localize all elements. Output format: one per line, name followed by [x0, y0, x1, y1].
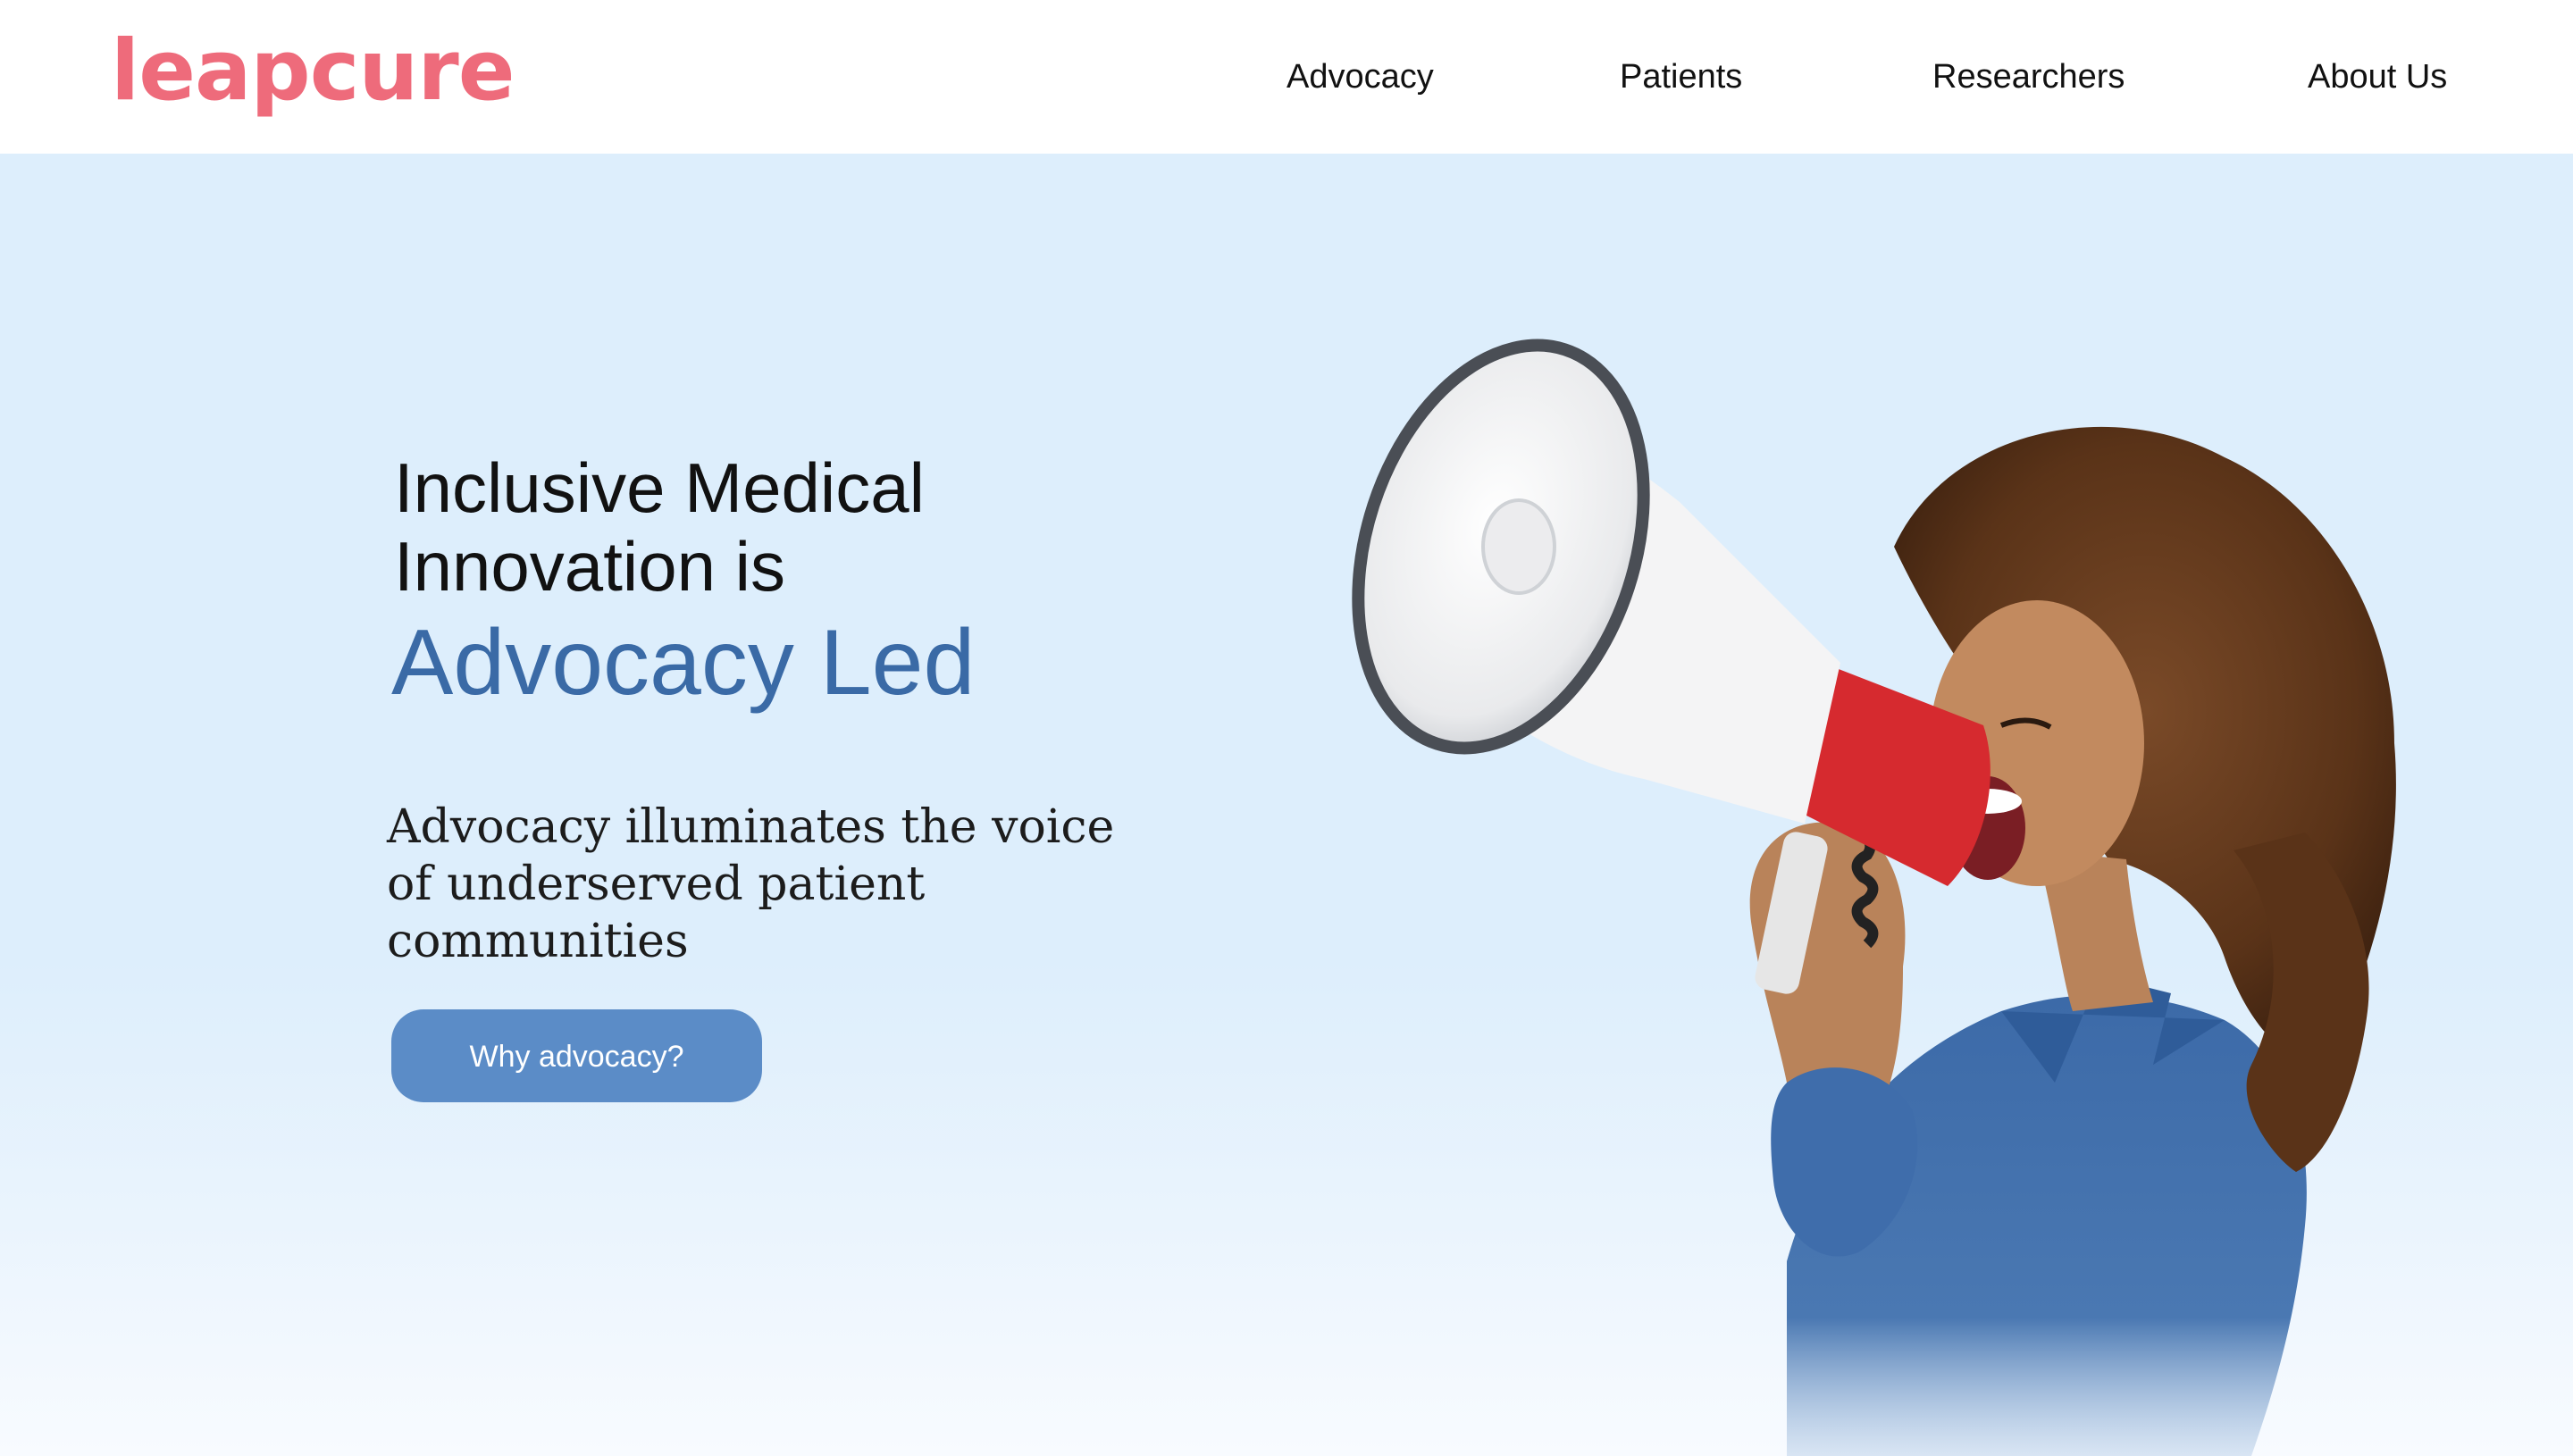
nav-item-about-us[interactable]: About Us: [2308, 54, 2447, 100]
hero-megaphone-woman-image: [1352, 339, 2396, 1456]
hero-headline-accent: Advocacy Led: [391, 611, 976, 715]
why-advocacy-button[interactable]: Why advocacy?: [391, 1009, 762, 1102]
leapcure-logo[interactable]: leapcure: [111, 18, 515, 125]
nav-item-patients[interactable]: Patients: [1620, 54, 1742, 100]
hero-section: Inclusive Medical Innovation is Advocacy…: [0, 154, 2573, 1456]
nav-item-advocacy[interactable]: Advocacy: [1286, 54, 1434, 100]
hero-subtext: Advocacy illuminates the voice of unders…: [387, 800, 1115, 968]
site-header: leapcure Advocacy Patients Researchers A…: [0, 0, 2573, 154]
nav-item-researchers[interactable]: Researchers: [1932, 54, 2125, 100]
hero-headline: Inclusive Medical Innovation is: [394, 448, 925, 606]
